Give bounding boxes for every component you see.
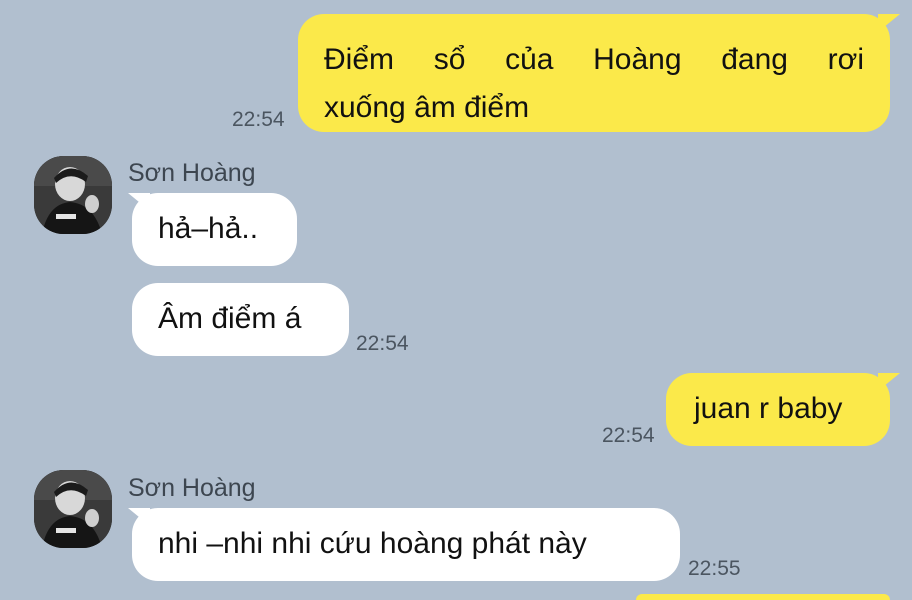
bubble-tail xyxy=(878,14,900,32)
avatar[interactable] xyxy=(34,470,112,548)
message-timestamp: 22:54 xyxy=(602,424,655,447)
message-text: nhi –nhi nhi cứu hoàng phát này xyxy=(158,527,587,560)
sender-name: Sơn Hoàng xyxy=(128,159,256,187)
incoming-message-bubble[interactable]: nhi –nhi nhi cứu hoàng phát này xyxy=(132,508,680,581)
message-text: Âm điểm á xyxy=(158,302,302,335)
incoming-message-bubble[interactable]: Âm điểm á xyxy=(132,283,349,356)
avatar-photo-icon xyxy=(34,470,112,548)
message-timestamp: 22:55 xyxy=(688,557,741,580)
message-text: juan r baby xyxy=(694,392,843,425)
message-text: hả–hả.. xyxy=(158,212,259,245)
incoming-message-bubble[interactable]: hả–hả.. xyxy=(132,193,297,266)
bubble-tail xyxy=(128,508,150,526)
avatar[interactable] xyxy=(34,156,112,234)
chat-thread: 22:54 Điểm sổ của Hoàng đang rơi xuống â… xyxy=(0,0,912,600)
message-text-line: xuống âm điểm xyxy=(324,91,530,124)
message-timestamp: 22:54 xyxy=(232,108,285,131)
outgoing-message-bubble-partial[interactable] xyxy=(636,594,890,600)
message-timestamp: 22:54 xyxy=(356,332,409,355)
bubble-tail xyxy=(878,373,900,391)
message-text-line: Điểm sổ của Hoàng đang rơi xyxy=(324,43,864,76)
avatar-photo-icon xyxy=(34,156,112,234)
outgoing-message-bubble[interactable]: juan r baby xyxy=(666,373,890,446)
sender-name: Sơn Hoàng xyxy=(128,474,256,502)
bubble-tail xyxy=(128,193,150,211)
outgoing-message-bubble[interactable]: Điểm sổ của Hoàng đang rơi xuống âm điểm xyxy=(298,14,890,132)
